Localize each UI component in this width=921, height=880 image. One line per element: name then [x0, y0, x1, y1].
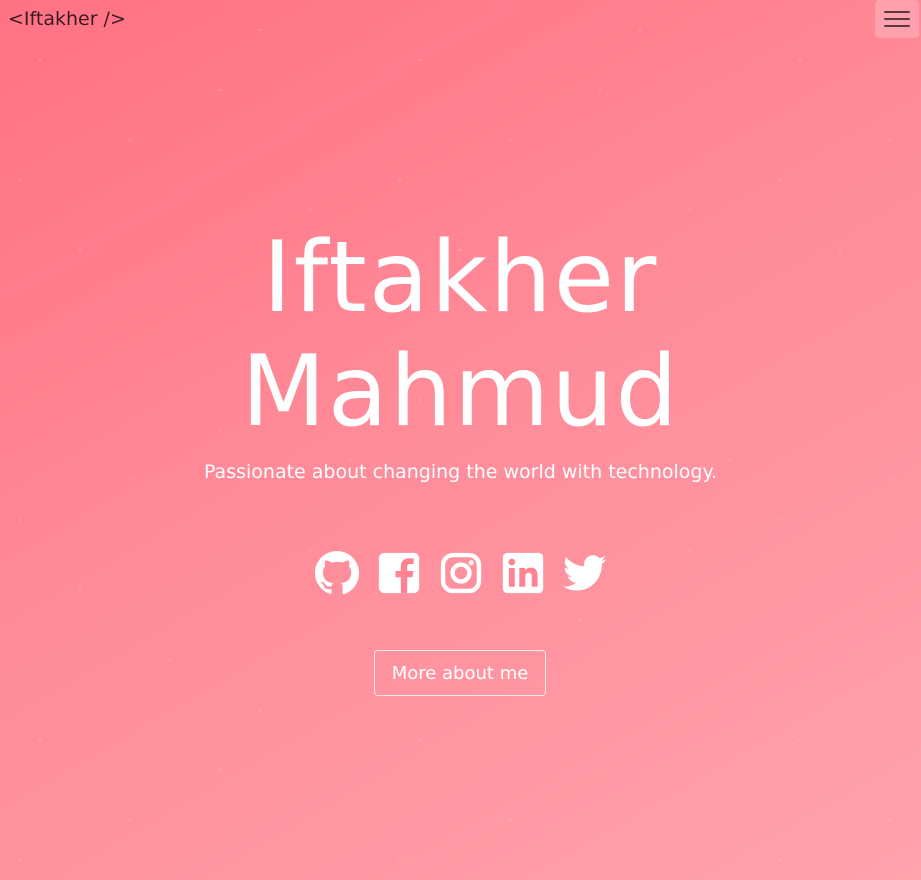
facebook-link[interactable]	[376, 548, 422, 598]
linkedin-icon	[502, 552, 543, 594]
hero-tagline: Passionate about changing the world with…	[203, 461, 718, 483]
instagram-icon	[440, 552, 481, 594]
menu-toggle-button[interactable]	[875, 0, 919, 38]
hamburger-line	[884, 18, 910, 20]
social-links	[0, 548, 921, 598]
more-about-me-button[interactable]: More about me	[374, 650, 546, 696]
hero-first-name: Iftakher	[262, 221, 659, 335]
hamburger-menu-icon	[884, 11, 910, 13]
brand-logo[interactable]: <Iftakher />	[8, 7, 126, 31]
navbar: <Iftakher />	[0, 0, 921, 38]
hero-last-name: Mahmud	[241, 335, 680, 449]
facebook-icon	[378, 552, 419, 594]
instagram-link[interactable]	[438, 548, 484, 598]
twitter-link[interactable]	[562, 548, 608, 598]
hamburger-line	[884, 25, 910, 27]
github-link[interactable]	[314, 548, 360, 598]
github-icon	[314, 550, 359, 595]
linkedin-link[interactable]	[500, 548, 546, 598]
twitter-icon	[562, 555, 606, 591]
